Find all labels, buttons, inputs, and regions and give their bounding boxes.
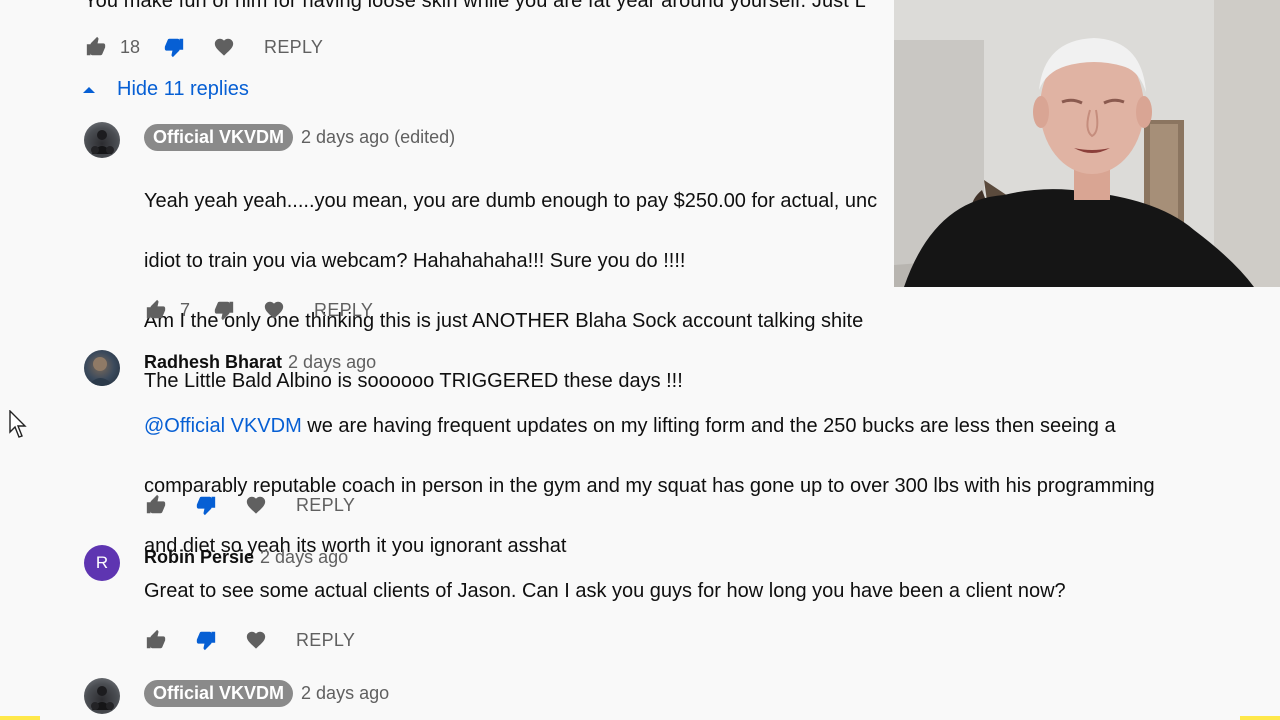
thumbs-up-icon [146, 494, 166, 514]
thumbs-down-filled-icon [196, 631, 216, 651]
comment-line: we are having frequent updates on my lif… [301, 415, 1116, 437]
comment-actions: REPLY [144, 625, 355, 655]
reply-button[interactable]: REPLY [296, 630, 355, 651]
heart-button[interactable] [244, 628, 268, 652]
like-button[interactable] [144, 493, 168, 517]
avatar-image [88, 357, 114, 386]
timestamp[interactable]: 2 days ago [288, 352, 376, 373]
thumbs-up-icon [86, 36, 106, 56]
mention-link[interactable]: @Official VKVDM [144, 415, 302, 437]
reply-item: Radhesh Bharat 2 days ago @Official VKVD… [84, 350, 1224, 557]
avatar-image [91, 130, 114, 154]
timestamp[interactable]: 2 days ago [301, 683, 389, 704]
comment-actions: REPLY [144, 490, 355, 520]
thumbs-down-filled-icon [164, 38, 184, 58]
heart-button[interactable] [212, 35, 236, 59]
like-button[interactable] [144, 628, 168, 652]
author-chip[interactable]: Official VKVDM [144, 124, 294, 151]
reply-item: R Robin Persie 2 days ago Great to see s… [84, 545, 1224, 615]
comments-page: You make fun of him for having loose ski… [0, 0, 1280, 720]
comment-actions: 18 REPLY [84, 32, 323, 62]
comment-text: Great to see some actual clients of Jaso… [144, 580, 1066, 602]
heart-icon [264, 301, 284, 319]
caret-up-icon [83, 86, 95, 93]
avatar[interactable]: R [84, 545, 120, 581]
heart-icon [246, 496, 266, 514]
heart-icon [214, 38, 234, 56]
author-name[interactable]: Radhesh Bharat [144, 352, 282, 373]
webcam-video-frame [894, 0, 1280, 287]
like-count: 18 [120, 36, 141, 57]
heart-button[interactable] [262, 298, 286, 322]
author-name[interactable]: Robin Persie [144, 547, 254, 568]
thumbs-up-icon [146, 299, 166, 319]
heart-button[interactable] [244, 493, 268, 517]
edge-marker-right [1240, 716, 1280, 720]
heart-icon [246, 631, 266, 649]
dislike-button[interactable] [194, 628, 218, 652]
webcam-overlay [894, 0, 1280, 287]
thumbs-down-icon [214, 301, 234, 321]
hide-replies-toggle[interactable]: Hide 11 replies [82, 78, 249, 101]
comment-line: Yeah yeah yeah.....you mean, you are dum… [144, 190, 878, 212]
comment-actions: 7 REPLY [144, 295, 373, 325]
reply-button[interactable]: REPLY [264, 37, 323, 58]
like-button[interactable] [144, 298, 168, 322]
author-chip[interactable]: Official VKVDM [144, 680, 294, 707]
hide-replies-label: Hide 11 replies [117, 78, 249, 100]
thumbs-down-filled-icon [196, 496, 216, 516]
mouse-cursor-icon [9, 410, 27, 438]
reply-item: Official VKVDM 2 days ago [84, 678, 904, 720]
reply-button[interactable]: REPLY [314, 300, 373, 321]
dislike-button[interactable] [162, 35, 186, 59]
timestamp[interactable]: 2 days ago (edited) [301, 127, 455, 148]
thumbs-up-icon [146, 629, 166, 649]
avatar-image [91, 686, 114, 710]
like-button[interactable] [84, 35, 108, 59]
edge-marker-left [0, 716, 40, 720]
like-count: 7 [180, 299, 191, 320]
dislike-button[interactable] [194, 493, 218, 517]
comment-line: idiot to train you via webcam? Hahahahah… [144, 250, 686, 272]
comment-text-partial: You make fun of him for having loose ski… [84, 0, 866, 12]
avatar[interactable] [84, 122, 120, 158]
timestamp[interactable]: 2 days ago [260, 547, 348, 568]
avatar[interactable] [84, 350, 120, 386]
dislike-button[interactable] [212, 298, 236, 322]
avatar[interactable] [84, 678, 120, 714]
reply-button[interactable]: REPLY [296, 495, 355, 516]
